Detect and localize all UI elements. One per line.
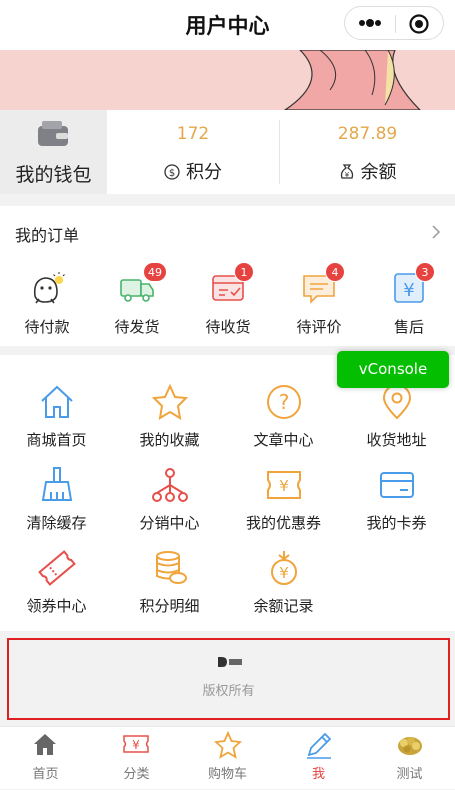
svg-text:$: $ [169, 168, 175, 179]
grid-item-shipping-address[interactable]: 收货地址 [340, 383, 453, 463]
my-orders-section: 我的订单 待付款 49 待发货 1 待收货 4 待评价 ¥ 3 售后 [0, 206, 455, 346]
grid-item-balance-records[interactable]: ¥ 余额记录 [227, 549, 340, 629]
order-count-badge: 49 [143, 262, 167, 282]
grid-item-label: 积分明细 [139, 597, 200, 615]
coupon-icon: ¥ [267, 471, 301, 499]
broom-icon [41, 467, 73, 501]
grid-item-label: 收货地址 [366, 431, 427, 449]
svg-text:¥: ¥ [344, 171, 349, 179]
brand-logo [218, 657, 242, 667]
tab-category[interactable]: ¥ 分类 [91, 727, 182, 790]
order-pending-receipt[interactable]: 1 待收货 [188, 262, 268, 346]
home-tab-icon [34, 734, 56, 755]
service-grid: 商城首页 我的收藏 ? 文章中心 收货地址 清除缓存 分销中心 ¥ 我的优惠券 … [0, 355, 455, 631]
grid-item-points-details[interactable]: 积分明细 [113, 549, 226, 629]
copyright-footer: 版权所有 [7, 638, 450, 720]
balance-value: 287.89 [337, 124, 398, 144]
svg-text:?: ? [279, 390, 290, 414]
svg-text:¥: ¥ [279, 477, 289, 495]
svg-text:¥: ¥ [132, 738, 140, 752]
close-mini-program-icon[interactable] [409, 14, 429, 34]
question-icon: ? [267, 385, 301, 419]
card-icon [380, 472, 414, 498]
tab-me[interactable]: 我 [273, 727, 364, 790]
test-tab-image-icon [398, 737, 422, 755]
grid-item-label: 我的收藏 [139, 431, 200, 449]
grid-item-label: 领券中心 [26, 597, 87, 615]
tab-label: 首页 [32, 767, 59, 782]
grid-item-mall-home[interactable]: 商城首页 [0, 383, 113, 463]
navigation-bar: 用户中心 [0, 0, 455, 50]
more-icon[interactable] [357, 17, 383, 29]
grid-item-coupon-center[interactable]: 领券中心 [0, 549, 113, 629]
order-count-badge: 1 [234, 262, 254, 282]
my-orders-title[interactable]: 我的订单 [15, 222, 79, 246]
grid-item-favorites[interactable]: 我的收藏 [113, 383, 226, 463]
tab-label: 我 [311, 767, 325, 782]
profile-banner [0, 50, 455, 110]
balance-label: 余额 [360, 162, 397, 183]
vconsole-button[interactable]: vConsole [337, 351, 449, 388]
mini-program-capsule [344, 6, 444, 40]
chevron-right-icon[interactable] [431, 224, 441, 240]
location-icon [382, 384, 412, 420]
grid-item-my-coupons[interactable]: ¥ 我的优惠券 [227, 466, 340, 546]
order-label: 待收货 [205, 318, 251, 336]
balance-stat[interactable]: 287.89 ¥ 余额 [280, 110, 455, 194]
points-value: 172 [176, 124, 210, 144]
tab-bar: 首页 ¥ 分类 购物车 我 测试 [0, 726, 455, 789]
grid-item-distribution-center[interactable]: 分销中心 [113, 466, 226, 546]
grid-item-label: 分销中心 [139, 514, 200, 532]
points-stat[interactable]: 172 $ 积分 [107, 110, 279, 194]
order-after-sales[interactable]: ¥ 3 售后 [369, 262, 449, 346]
grid-item-label: 商城首页 [26, 431, 87, 449]
ticket-icon [38, 550, 76, 586]
balance-record-icon: ¥ [271, 551, 297, 585]
network-icon [152, 468, 188, 502]
pending-payment-icon [33, 272, 65, 304]
grid-item-label: 文章中心 [253, 431, 314, 449]
order-pending-review[interactable]: 4 待评价 [279, 262, 359, 346]
wallet-icon [38, 121, 68, 146]
pencil-tab-icon [307, 732, 332, 759]
grid-item-label: 我的卡券 [366, 514, 427, 532]
grid-item-label: 我的优惠券 [245, 514, 321, 532]
tab-label: 分类 [123, 767, 150, 782]
order-pending-payment[interactable]: 待付款 [7, 266, 87, 346]
my-wallet-button[interactable]: 我的钱包 [0, 110, 107, 194]
order-count-badge: 3 [415, 262, 435, 282]
money-bag-icon: ¥ [340, 164, 353, 179]
order-label: 待发货 [114, 318, 160, 336]
order-label: 待付款 [24, 318, 70, 336]
grid-item-clear-cache[interactable]: 清除缓存 [0, 466, 113, 546]
grid-item-label: 余额记录 [253, 597, 314, 615]
category-tab-icon: ¥ [123, 735, 149, 753]
order-pending-shipment[interactable]: 49 待发货 [97, 262, 177, 346]
points-label: 积分 [186, 162, 222, 183]
tab-label: 购物车 [207, 767, 247, 782]
star-tab-icon [214, 731, 242, 759]
tab-home[interactable]: 首页 [0, 727, 91, 790]
tab-label: 测试 [396, 767, 423, 782]
copyright-text: 版权所有 [202, 684, 255, 699]
order-label: 售后 [393, 318, 424, 336]
order-count-badge: 4 [325, 262, 345, 282]
coin-stack-icon [156, 551, 187, 584]
order-label: 待评价 [296, 318, 342, 336]
grid-item-article-center[interactable]: ? 文章中心 [227, 383, 340, 463]
star-icon [151, 383, 189, 420]
wallet-label: 我的钱包 [15, 164, 92, 186]
account-summary: 我的钱包 172 $ 积分 287.89 ¥ 余额 [0, 110, 455, 194]
home-icon [41, 385, 73, 418]
svg-text:¥: ¥ [403, 280, 414, 301]
coin-icon: $ [164, 164, 180, 180]
grid-item-my-cards[interactable]: 我的卡券 [340, 466, 453, 546]
svg-text:¥: ¥ [279, 564, 289, 582]
grid-item-label: 清除缓存 [26, 514, 87, 532]
banner-illustration [0, 50, 455, 110]
tab-cart[interactable]: 购物车 [182, 727, 273, 790]
tab-test[interactable]: 测试 [364, 727, 455, 790]
